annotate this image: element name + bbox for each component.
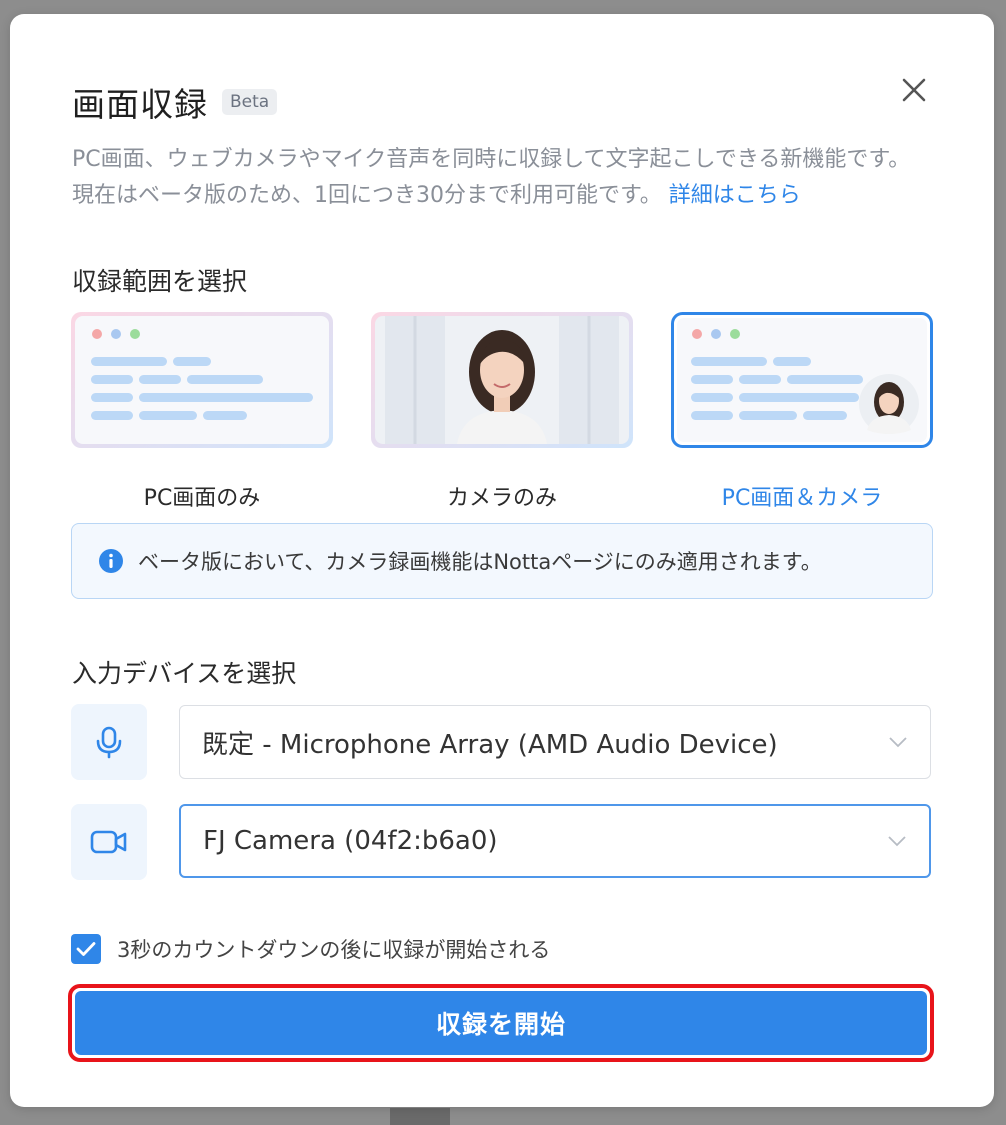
countdown-checkbox[interactable]	[71, 934, 101, 964]
details-link[interactable]: 詳細はこちら	[669, 183, 801, 208]
camera-select-value: FJ Camera (04f2:b6a0)	[203, 826, 498, 856]
camera-icon-box	[71, 804, 147, 880]
info-notice: ベータ版において、カメラ録画機能はNottaページにのみ適用されます。	[71, 523, 933, 599]
dialog-description: PC画面、ウェブカメラやマイク音声を同時に収録して文字起こしできる新機能です。現…	[72, 142, 932, 214]
start-recording-button[interactable]: 収録を開始	[68, 984, 934, 1062]
chevron-down-icon	[888, 836, 906, 847]
screen-recording-dialog: 画面収録 Beta PC画面、ウェブカメラやマイク音声を同時に収録して文字起こし…	[10, 14, 994, 1107]
camera-select[interactable]: FJ Camera (04f2:b6a0)	[179, 804, 931, 878]
countdown-label: 3秒のカウントダウンの後に収録が開始される	[117, 938, 551, 962]
dialog-title: 画面収録	[72, 85, 208, 124]
microphone-select[interactable]: 既定 - Microphone Array (AMD Audio Device)	[179, 705, 931, 779]
countdown-option: 3秒のカウントダウンの後に収録が開始される	[71, 934, 550, 964]
microphone-icon	[96, 726, 122, 759]
close-button[interactable]	[898, 74, 930, 106]
range-section-title: 収録範囲を選択	[72, 267, 248, 296]
microphone-select-value: 既定 - Microphone Array (AMD Audio Device)	[202, 729, 778, 760]
start-recording-label: 収録を開始	[75, 991, 927, 1055]
video-camera-icon	[90, 830, 127, 854]
info-text: ベータ版において、カメラ録画機能はNottaページにのみ適用されます。	[138, 550, 822, 574]
option-pc-screen-and-camera[interactable]	[671, 312, 933, 448]
backdrop	[390, 1108, 450, 1125]
option-camera-only[interactable]	[371, 312, 633, 448]
microphone-icon-box	[71, 704, 147, 780]
beta-badge: Beta	[222, 89, 278, 115]
option-pc-screen-only[interactable]	[71, 312, 333, 448]
option-label-pc-screen-only: PC画面のみ	[143, 486, 261, 511]
device-section-title: 入力デバイスを選択	[72, 659, 297, 688]
info-icon	[99, 549, 123, 573]
chevron-down-icon	[889, 737, 907, 748]
checkmark-icon	[76, 942, 96, 956]
option-label-pc-screen-and-camera: PC画面＆カメラ	[721, 486, 883, 511]
close-icon	[902, 78, 926, 102]
dialog-header: 画面収録 Beta	[72, 78, 278, 126]
option-label-camera-only: カメラのみ	[446, 486, 557, 511]
